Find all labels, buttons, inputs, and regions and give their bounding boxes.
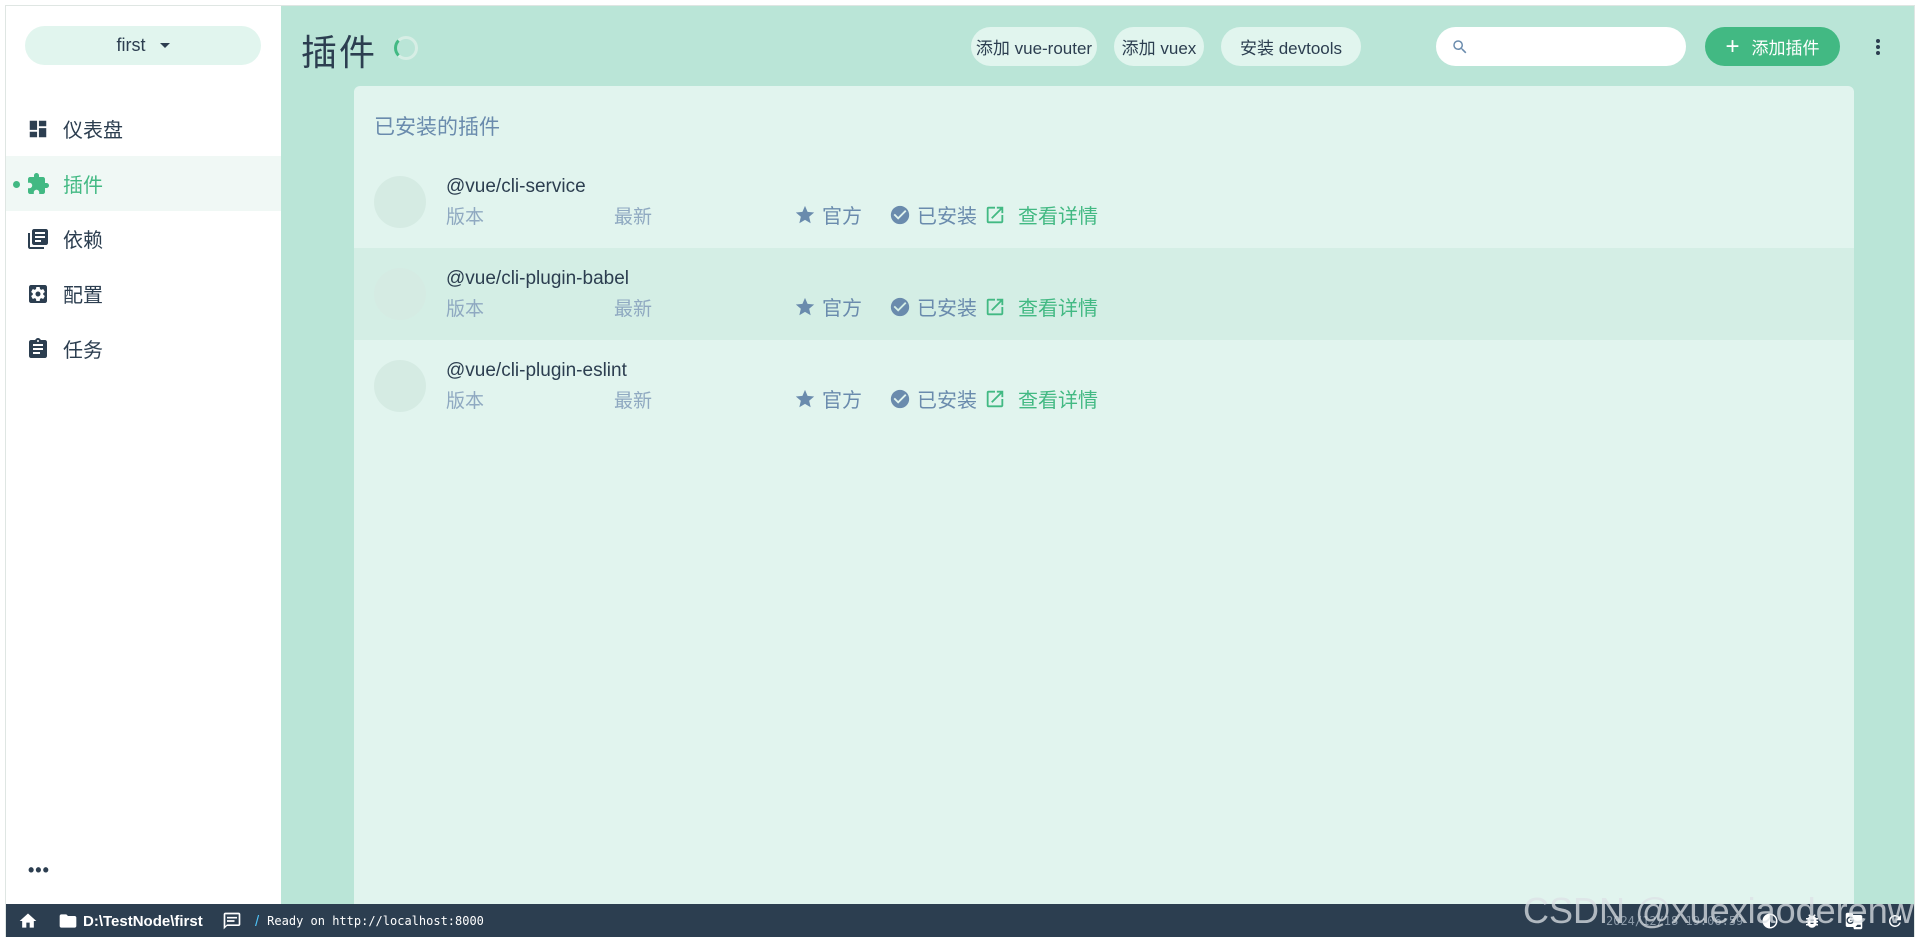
sidebar-item-dashboard[interactable]: 仪表盘 [6,101,281,156]
sidebar-item-label: 依赖 [63,230,103,252]
active-indicator [13,181,20,188]
add-plugin-label: 添加插件 [1751,39,1820,58]
check-circle-icon [890,389,910,408]
sidebar-item-label: 任务 [63,340,103,362]
plugin-logo [374,360,426,412]
watermark: CSDN @xuexiaoderenwu [1523,890,1915,931]
star-icon [795,205,815,223]
sidebar-item-label: 插件 [63,175,103,197]
check-circle-icon [890,205,910,224]
plugin-name: @vue/cli-service [446,176,586,197]
official-label: 官方 [822,298,862,320]
plugin-row-cli-plugin-eslint[interactable]: @vue/cli-plugin-eslint 版本 最新 官方 已安装 查看详情 [354,340,1854,432]
plugin-latest-label: 最新 [614,391,653,412]
view-details-label: 查看详情 [1018,206,1098,228]
sidebar-item-label: 配置 [63,285,103,307]
view-details-label: 查看详情 [1018,390,1098,412]
sidebar-item-label: 仪表盘 [63,120,123,142]
brush-icon: / [255,912,260,930]
plugin-latest-label: 最新 [614,299,653,320]
plugin-version-label: 版本 [446,207,485,228]
official-badge: 官方 [794,292,862,321]
installed-badge: 已安装 [889,200,977,229]
view-details-link[interactable]: 查看详情 [984,200,1098,229]
project-path-button[interactable]: D:\TestNode\first [58,904,203,937]
installed-plugins-panel: 已安装的插件 @vue/cli-service 版本 最新 官方 已安装 查看详… [354,86,1854,904]
folder-icon [59,914,77,928]
check-circle-icon [890,297,910,316]
official-label: 官方 [822,206,862,228]
sidebar-item-plugins[interactable]: 插件 [6,156,281,211]
open-in-new-icon [986,298,1004,315]
plugin-version-label: 版本 [446,391,485,412]
official-label: 官方 [822,390,862,412]
loading-spinner-icon [394,36,418,60]
settings-box-icon [26,282,50,306]
star-icon [795,389,815,407]
add-plugin-button[interactable]: + 添加插件 [1705,27,1840,66]
library-icon [26,227,50,251]
page-title: 插件 [301,32,378,73]
home-icon[interactable] [18,904,38,937]
clipboard-icon [26,337,50,361]
installed-badge: 已安装 [889,292,977,321]
plugin-row-cli-plugin-babel[interactable]: @vue/cli-plugin-babel 版本 最新 官方 已安装 查看详情 [354,248,1854,340]
view-details-link[interactable]: 查看详情 [984,292,1098,321]
install-devtools-button[interactable]: 安装 devtools [1221,27,1361,66]
plus-icon: + [1725,32,1740,60]
log-message: Ready on http://localhost:8000 [267,914,484,928]
plugin-version-label: 版本 [446,299,485,320]
plugin-latest-label: 最新 [614,207,653,228]
sidebar: first 仪表盘 插件 依赖 配置 任务 ••• [6,6,281,904]
installed-badge: 已安装 [889,384,977,413]
search-icon [1453,39,1467,53]
plugin-row-cli-service[interactable]: @vue/cli-service 版本 最新 官方 已安装 查看详情 [354,156,1854,248]
view-details-label: 查看详情 [1018,298,1098,320]
section-title: 已安装的插件 [374,116,500,139]
sidebar-item-configuration[interactable]: 配置 [6,266,281,321]
caret-down-icon [159,43,170,48]
more-menu-button[interactable]: ••• [28,861,50,879]
puzzle-icon [26,172,50,196]
installed-label: 已安装 [917,390,977,412]
more-options-icon[interactable] [1872,36,1884,58]
plugin-logo [374,176,426,228]
open-in-new-icon [986,390,1004,407]
dashboard-icon [26,117,50,141]
view-details-link[interactable]: 查看详情 [984,384,1098,413]
add-vuex-button[interactable]: 添加 vuex [1114,27,1204,66]
open-in-new-icon [986,206,1004,223]
project-selector[interactable]: first [25,26,261,65]
project-name: first [116,35,146,55]
sidebar-item-tasks[interactable]: 任务 [6,321,281,376]
installed-label: 已安装 [917,206,977,228]
installed-label: 已安装 [917,298,977,320]
star-icon [795,297,815,315]
plugin-name: @vue/cli-plugin-eslint [446,360,627,381]
add-vue-router-button[interactable]: 添加 vue-router [971,27,1097,66]
search-input[interactable] [1479,37,1679,56]
official-badge: 官方 [794,384,862,413]
app-window: first 仪表盘 插件 依赖 配置 任务 ••• 插件 添加 vue-rout… [5,5,1915,937]
sidebar-nav: 仪表盘 插件 依赖 配置 任务 [6,101,281,376]
official-badge: 官方 [794,200,862,229]
plugin-name: @vue/cli-plugin-babel [446,268,629,289]
console-icon [223,912,241,930]
sidebar-item-dependencies[interactable]: 依赖 [6,211,281,266]
search-box[interactable] [1436,27,1686,66]
project-path: D:\TestNode\first [83,912,203,930]
console-log-button[interactable]: / Ready on http://localhost:8000 [221,904,484,937]
plugin-logo [374,268,426,320]
main-content: 插件 添加 vue-router 添加 vuex 安装 devtools + 添… [281,6,1914,904]
